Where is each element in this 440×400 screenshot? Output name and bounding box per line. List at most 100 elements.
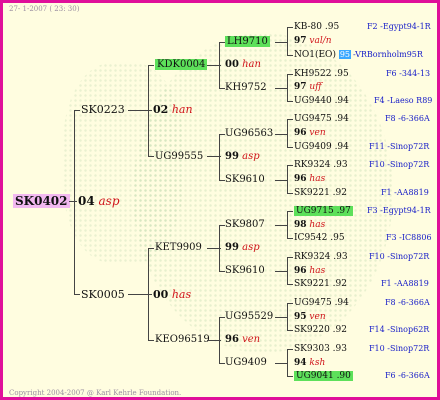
gen4-row[interactable]: SK9221 .92	[294, 186, 347, 200]
gen4-row[interactable]: UG9475 .94	[294, 112, 349, 126]
gen4-id[interactable]: UG9041	[296, 371, 334, 381]
gen4-id[interactable]: SK9221	[294, 188, 330, 198]
connector	[287, 330, 293, 331]
gen4-row[interactable]: KH9522 .95	[294, 67, 349, 81]
gen2-origin: asp	[242, 242, 260, 253]
root-id[interactable]: SK0402	[13, 194, 70, 208]
gen4-year: .95	[330, 233, 345, 243]
gen3-id[interactable]: SK9807	[225, 219, 265, 230]
gen3-id[interactable]: SK9610	[225, 265, 265, 276]
gen4-year: .90	[336, 371, 351, 381]
gen4-year: .93	[333, 252, 348, 262]
gen1-node[interactable]: SK0223	[81, 103, 125, 117]
connector	[275, 271, 287, 272]
gen3-id[interactable]: UG9409	[225, 357, 267, 368]
gen4-row[interactable]: UG9041 .90	[294, 369, 353, 383]
gen3-origin: has	[309, 174, 326, 184]
gen3-node[interactable]: UG96563	[225, 127, 273, 141]
gen2-id[interactable]: KDK0004	[155, 59, 208, 70]
gen2-id[interactable]: UG99555	[155, 151, 203, 162]
gen2-node[interactable]: KDK0004	[155, 58, 208, 72]
gen4-id[interactable]: UG9440	[294, 96, 332, 106]
gen4-id[interactable]: RK9324	[294, 160, 330, 170]
gen4-row[interactable]: UG9475 .94	[294, 296, 349, 310]
gen3-node[interactable]: LH9710	[225, 35, 270, 49]
gen4-row[interactable]: RK9324 .93	[294, 158, 348, 172]
gen4-id[interactable]: KH9522	[294, 69, 331, 79]
gen3-node[interactable]: SK9610	[225, 264, 265, 278]
gen3-year: 96	[294, 128, 307, 138]
gen4-location: F10 -Sinop72R	[369, 160, 430, 169]
gen4-id[interactable]: SK9221	[294, 279, 330, 289]
connector	[287, 165, 288, 194]
gen4-row[interactable]: IC9542 .95	[294, 231, 345, 245]
connector	[148, 65, 149, 157]
gen2-origin: han	[242, 59, 261, 70]
gen4-year: .97	[336, 206, 351, 216]
gen2-year: 00	[225, 59, 239, 70]
gen3-node[interactable]: UG95529	[225, 310, 273, 324]
gen4-row[interactable]: RK9324 .93	[294, 250, 348, 264]
gen4-id[interactable]: UG9475	[294, 114, 332, 124]
gen3-id[interactable]: UG95529	[225, 311, 273, 322]
gen4-id[interactable]: KB-80	[294, 22, 322, 32]
gen3-year: 97	[294, 82, 307, 92]
gen3-id[interactable]: UG96563	[225, 128, 273, 139]
gen4-row[interactable]: SK9220 .92	[294, 323, 347, 337]
gen3-origin: has	[309, 266, 326, 276]
connector	[275, 134, 287, 135]
gen3-node[interactable]: SK9610	[225, 173, 265, 187]
gen4-row[interactable]: UG9409 .94	[294, 140, 349, 154]
gen2-info: 99 asp	[225, 150, 260, 164]
gen2-id[interactable]: KET9909	[155, 242, 202, 253]
gen4-id[interactable]: RK9324	[294, 252, 330, 262]
gen4-id[interactable]: UG9409	[294, 142, 332, 152]
gen4-id[interactable]: SK9303	[294, 344, 330, 354]
gen1-id[interactable]: SK0005	[81, 288, 125, 301]
connector	[287, 55, 293, 56]
gen3-id[interactable]: LH9710	[225, 36, 270, 47]
gen3-node[interactable]: SK9807	[225, 218, 265, 232]
timestamp: 27- 1-2007 ( 23: 30)	[9, 5, 80, 13]
gen4-year: .92	[332, 325, 347, 335]
gen2-year: 99	[225, 151, 239, 162]
gen2-node[interactable]: UG99555	[155, 150, 203, 164]
gen3-origin: has	[309, 220, 326, 230]
gen1-node[interactable]: SK0005	[81, 288, 125, 302]
gen4-row[interactable]: UG9440 .94	[294, 94, 349, 108]
gen1-info: 00 has	[153, 288, 191, 302]
gen2-node[interactable]: KET9909	[155, 241, 202, 255]
gen4-id[interactable]: UG9475	[294, 298, 332, 308]
connector	[219, 134, 220, 181]
connector	[287, 303, 288, 331]
connector	[287, 119, 293, 120]
gen4-row[interactable]: UG9715 .97	[294, 204, 353, 218]
gen2-id[interactable]: KEO96519	[155, 334, 210, 345]
gen3-node[interactable]: KH9752	[225, 81, 267, 95]
gen4-year: .92	[332, 188, 347, 198]
gen4-location: F10 -Sinop72R	[369, 344, 430, 353]
gen3-id[interactable]: KH9752	[225, 82, 267, 93]
connector	[287, 193, 293, 194]
gen4-id[interactable]: UG9715	[296, 206, 334, 216]
gen4-row[interactable]: SK9303 .93	[294, 342, 347, 356]
gen3-node[interactable]: UG9409	[225, 356, 267, 370]
gen4-row[interactable]: SK9221 .92	[294, 277, 347, 291]
root-node[interactable]: SK0402	[13, 194, 70, 208]
gen4-id[interactable]: NO1(EO)	[294, 50, 336, 60]
gen3-id[interactable]: SK9610	[225, 174, 265, 185]
gen3-origin: val/n	[309, 36, 332, 46]
gen3-year: 94	[294, 358, 307, 368]
gen1-id[interactable]: SK0223	[81, 103, 125, 116]
connector	[148, 248, 149, 341]
gen4-id[interactable]: IC9542	[294, 233, 327, 243]
connector	[287, 211, 293, 212]
gen3-year: 98	[294, 220, 307, 230]
gen4-id[interactable]: SK9220	[294, 325, 330, 335]
gen4-row[interactable]: KB-80 .95	[294, 20, 339, 34]
gen4-row[interactable]: NO1(EO) 95	[294, 48, 352, 62]
gen3-info: 97 val/n	[294, 34, 332, 48]
connector	[275, 42, 287, 43]
connector	[287, 74, 293, 75]
gen2-node[interactable]: KEO96519	[155, 333, 210, 347]
